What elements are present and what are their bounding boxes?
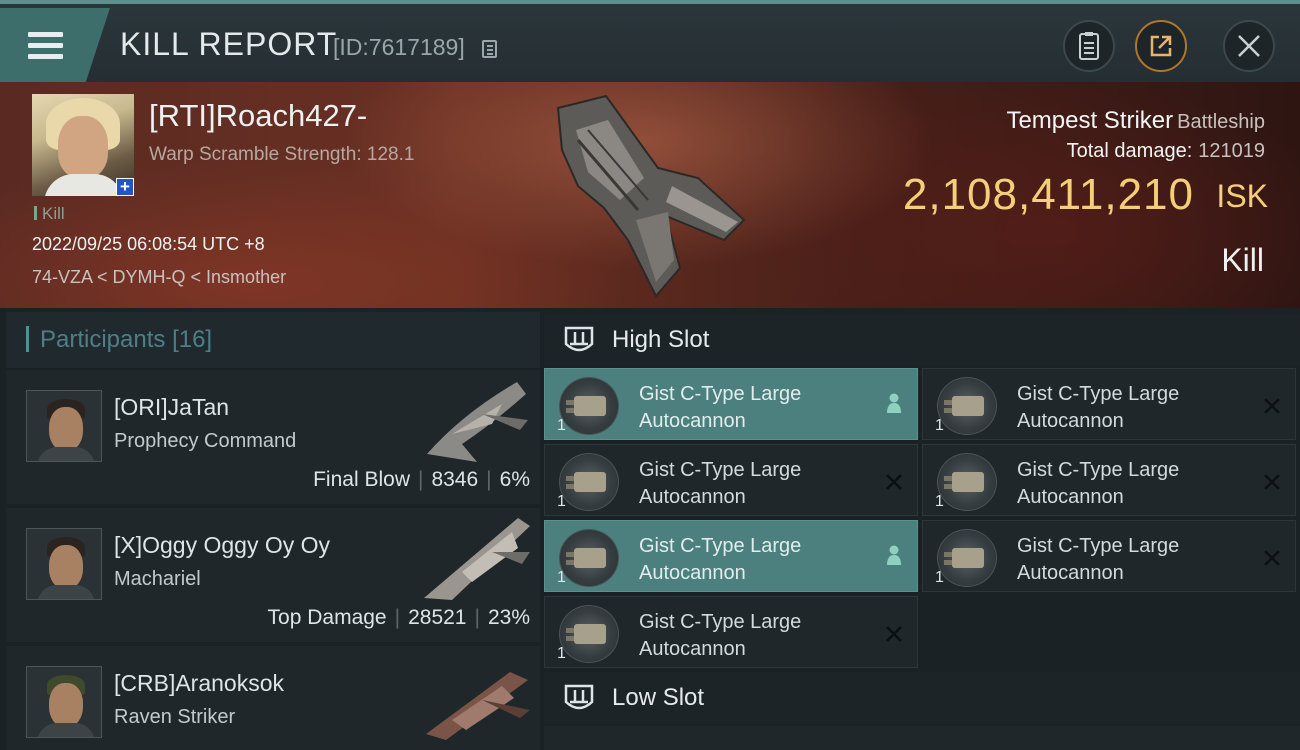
close-button[interactable] [1223, 20, 1275, 72]
menu-button[interactable] [0, 8, 110, 82]
module-name: Gist C-Type Large Autocannon [639, 459, 802, 508]
kill-datetime: 2022/09/25 06:08:54 UTC +8 [32, 234, 265, 254]
low-slot-row-partial[interactable] [544, 726, 1300, 750]
low-slot-icon [564, 684, 594, 710]
x-icon [1264, 474, 1280, 490]
high-slot-label: High Slot [612, 326, 710, 353]
x-icon [886, 626, 902, 642]
participant-name: [X]Oggy Oggy Oy Oy [114, 532, 331, 558]
person-icon [887, 393, 901, 413]
participant-ship: Raven Striker [114, 706, 236, 728]
module-item[interactable]: 1 Gist C-Type Large Autocannon [922, 368, 1296, 440]
participant-ship-image [424, 518, 530, 600]
module-name: Gist C-Type Large Autocannon [1017, 459, 1180, 508]
module-quantity: 1 [557, 645, 566, 662]
module-name: Gist C-Type Large Autocannon [639, 611, 802, 660]
participant-avatar[interactable] [26, 390, 102, 462]
warp-scramble-strength: Warp Scramble Strength: 128.1 [149, 144, 415, 165]
module-quantity: 1 [557, 493, 566, 510]
participant-row[interactable]: [CRB]Aranoksok Raven Striker [6, 646, 540, 750]
clipboard-button[interactable] [1063, 20, 1115, 72]
x-icon [1264, 398, 1280, 414]
module-quantity: 1 [557, 417, 566, 434]
module-quantity: 1 [935, 493, 944, 510]
module-name: Gist C-Type Large Autocannon [1017, 383, 1180, 432]
module-quantity: 1 [935, 569, 944, 586]
module-name: Gist C-Type Large Autocannon [639, 535, 802, 584]
participant-avatar[interactable] [26, 528, 102, 600]
low-slot-header: Low Slot [544, 672, 1300, 724]
isk-unit: ISK [1216, 178, 1268, 214]
high-slot-header: High Slot [544, 314, 1300, 366]
participant-name: [CRB]Aranoksok [114, 670, 285, 696]
add-contact-icon[interactable]: + [116, 178, 134, 196]
participant-ship: Prophecy Command [114, 430, 297, 452]
copy-icon[interactable] [482, 40, 497, 58]
participant-ship-image [426, 672, 530, 740]
participants-header[interactable]: Participants [16] [6, 312, 540, 368]
low-slot-label: Low Slot [612, 684, 705, 711]
participant-name: [ORI]JaTan [114, 394, 230, 420]
module-item[interactable]: 1 Gist C-Type Large Autocannon [922, 444, 1296, 516]
isk-value: 2,108,411,210 [902, 170, 1194, 219]
kill-location[interactable]: 74-VZA < DYMH-Q < Insmother [32, 267, 286, 288]
module-quantity: 1 [935, 417, 944, 434]
participant-avatar[interactable] [26, 666, 102, 738]
high-slot-icon [564, 326, 594, 352]
result-label: Kill [1221, 242, 1264, 278]
participant-stats: Top Damage | 28521 | 23% [267, 606, 530, 629]
autocannon-icon [559, 605, 619, 663]
clipboard-icon [1079, 32, 1099, 60]
module-item[interactable]: 1 Gist C-Type Large Autocannon [922, 520, 1296, 592]
module-item[interactable]: 1 Gist C-Type Large Autocannon [544, 444, 918, 516]
x-icon [1264, 550, 1280, 566]
participant-row[interactable]: [X]Oggy Oggy Oy Oy Machariel Top Damage |… [6, 508, 540, 642]
kill-tag: Kill [34, 204, 65, 224]
kill-id: [ID:7617189] [333, 34, 465, 60]
close-icon [1238, 35, 1260, 57]
page-title: KILL REPORT [120, 26, 338, 62]
module-name: Gist C-Type Large Autocannon [639, 383, 802, 432]
autocannon-icon [559, 377, 619, 435]
participant-stats: Final Blow | 8346 | 6% [313, 468, 530, 491]
autocannon-icon [559, 453, 619, 511]
person-icon [887, 545, 901, 565]
module-item[interactable]: 1 Gist C-Type Large Autocannon [544, 596, 918, 668]
autocannon-icon [937, 453, 997, 511]
participant-ship: Machariel [114, 568, 201, 590]
total-damage: Total damage: 121019 [1066, 140, 1265, 162]
share-button[interactable] [1135, 20, 1187, 72]
victim-name[interactable]: [RTI]Roach427- [149, 98, 367, 134]
module-name: Gist C-Type Large Autocannon [1017, 535, 1180, 584]
header-bar: KILL REPORT [ID:7617189] [0, 0, 1300, 82]
x-icon [886, 474, 902, 490]
participants-title: Participants [16] [40, 326, 213, 353]
participant-ship-image [427, 382, 528, 462]
participant-row[interactable]: [ORI]JaTan Prophecy Command Final Blow | 8… [6, 370, 540, 504]
victim-ship-image [556, 94, 746, 298]
victim-banner: + [RTI]Roach427- Warp Scramble Strength:… [0, 82, 1300, 308]
victim-ship[interactable]: Tempest Striker Battleship [1006, 107, 1265, 135]
autocannon-icon [937, 377, 997, 435]
share-icon [1150, 35, 1172, 57]
autocannon-icon [937, 529, 997, 587]
autocannon-icon [559, 529, 619, 587]
module-item[interactable]: 1 Gist C-Type Large Autocannon [544, 368, 918, 440]
module-quantity: 1 [557, 569, 566, 586]
module-item[interactable]: 1 Gist C-Type Large Autocannon [544, 520, 918, 592]
